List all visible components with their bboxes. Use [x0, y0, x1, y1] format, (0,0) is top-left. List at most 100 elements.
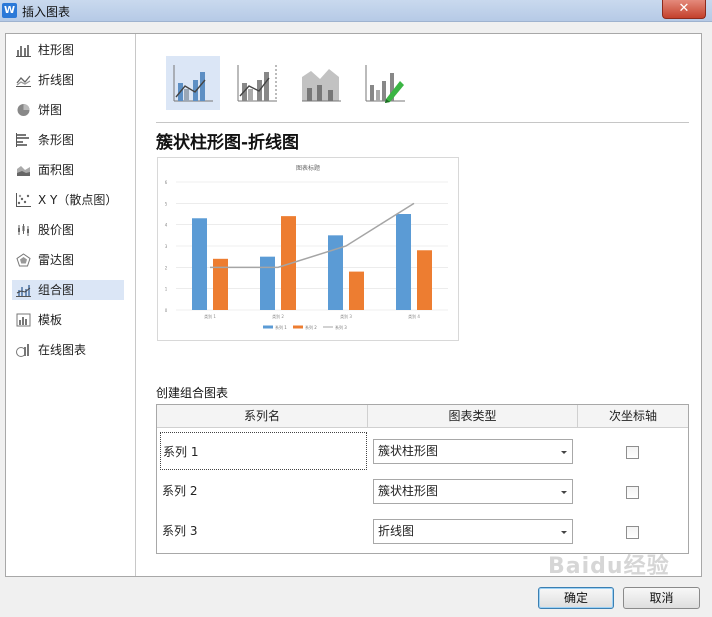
pie-chart-icon [17, 104, 30, 116]
x-tick-label: 类别 2 [272, 313, 284, 319]
sidebar-item-label: 组合图 [38, 283, 75, 297]
bar-2-4 [417, 250, 432, 310]
bar-1-3 [328, 235, 343, 310]
y-tick-label: 6 [165, 180, 168, 185]
window-title: 插入图表 [22, 5, 71, 19]
line-chart-icon [16, 75, 31, 87]
combo-chart-title: 簇状柱形图-折线图 [156, 133, 300, 153]
chart-type-sidebar: 柱形图 折线图 饼图 条形图 面积图 X Y（散点图） 股价图 雷达图 组合图 … [6, 34, 136, 576]
sidebar-item-bar[interactable]: 条形图 [12, 130, 124, 150]
chart-dialog: 柱形图 折线图 饼图 条形图 面积图 X Y（散点图） 股价图 雷达图 组合图 … [5, 33, 702, 577]
sidebar-item-stock[interactable]: 股价图 [12, 220, 124, 240]
legend-label: 系列 3 [335, 324, 347, 330]
bar-chart-icon [16, 45, 31, 57]
sidebar-item-label: 面积图 [38, 163, 75, 177]
sidebar-item-label: 模板 [38, 313, 63, 327]
bar-2-1 [213, 258, 228, 310]
sidebar-item-label: 饼图 [38, 103, 63, 117]
sidebar-item-online-chart[interactable]: 在线图表 [12, 340, 124, 360]
horizontal-bar-chart-icon [16, 133, 29, 147]
column-header-secondary-axis: 次坐标轴 [578, 405, 688, 428]
sidebar-item-column[interactable]: 柱形图 [12, 40, 124, 60]
y-tick-label: 3 [165, 244, 168, 249]
sidebar-item-radar[interactable]: 雷达图 [12, 250, 124, 270]
stock-chart-icon [18, 224, 29, 236]
y-tick-label: 1 [165, 287, 168, 292]
clustered-column-line-icon [173, 65, 213, 102]
area-chart-icon [17, 166, 30, 176]
series-3-line [210, 202, 415, 269]
sidebar-item-label: 在线图表 [38, 343, 87, 357]
column-line-secondary-axis-icon [237, 65, 277, 102]
dropdown-arrow-icon [561, 531, 567, 534]
x-tick-label: 类别 4 [408, 313, 420, 319]
x-tick-label: 类别 1 [204, 313, 216, 319]
template-icon [16, 313, 31, 327]
legend-label: 系列 1 [275, 324, 287, 330]
select-value: 折线图 [378, 524, 415, 538]
series-name-3[interactable]: 系列 3 [160, 512, 367, 550]
chart-type-select-1[interactable]: 簇状柱形图 [373, 439, 573, 464]
sidebar-item-label: 股价图 [38, 223, 75, 237]
variant-clustered-column-line[interactable] [166, 56, 220, 110]
cancel-button[interactable]: 取消 [623, 587, 700, 609]
ok-button[interactable]: 确定 [538, 587, 614, 609]
variant-custom-combo[interactable] [358, 56, 412, 110]
combo-chart-icon [16, 285, 31, 297]
sidebar-item-pie[interactable]: 饼图 [12, 100, 124, 120]
dropdown-arrow-icon [561, 451, 567, 454]
sidebar-item-scatter[interactable]: X Y（散点图） [12, 190, 124, 210]
series-name-1[interactable]: 系列 1 [160, 432, 367, 470]
online-chart-icon [16, 344, 29, 357]
bar-2-3 [349, 271, 364, 310]
secondary-axis-checkbox-3[interactable] [626, 526, 639, 539]
create-combo-label: 创建组合图表 [156, 386, 229, 400]
y-tick-label: 5 [165, 201, 168, 206]
scatter-chart-icon [16, 193, 31, 207]
bar-1-1 [192, 218, 207, 310]
title-bar: W 插入图表 ✕ [0, 0, 712, 22]
series-name-2[interactable]: 系列 2 [160, 472, 367, 510]
variant-stacked-area-column[interactable] [294, 56, 348, 110]
select-value: 簇状柱形图 [378, 484, 439, 498]
secondary-axis-checkbox-2[interactable] [626, 486, 639, 499]
sidebar-item-label: 柱形图 [38, 43, 75, 57]
wps-app-icon: W [2, 3, 17, 18]
chart-options-panel: 簇状柱形图-折线图 图表标题 6 5 4 3 2 1 0 类别 1 类别 2 类别 3 类别 4 系… [137, 34, 701, 576]
chart-preview: 图表标题 6 5 4 3 2 1 0 类别 1 类别 2 类别 3 类别 4 系列 1 系列 2 系列 … [157, 157, 459, 341]
sidebar-item-combo[interactable]: 组合图 [12, 280, 124, 300]
bar-1-2 [260, 256, 275, 310]
stacked-area-column-icon [302, 69, 341, 102]
series-table: 系列名 图表类型 次坐标轴 系列 1 簇状柱形图 系列 2 簇状柱形图 系列 3… [156, 404, 689, 554]
chart-type-select-3[interactable]: 折线图 [373, 519, 573, 544]
legend-label: 系列 2 [305, 324, 317, 330]
close-button[interactable]: ✕ [662, 0, 706, 19]
baidu-watermark: Baidu经验 [548, 554, 670, 579]
preview-chart-svg: 图表标题 6 5 4 3 2 1 0 类别 1 类别 2 类别 3 类别 4 系列 1 系列 2 系列 … [165, 164, 448, 330]
chart-type-select-2[interactable]: 簇状柱形图 [373, 479, 573, 504]
select-value: 簇状柱形图 [378, 444, 439, 458]
y-tick-label: 0 [165, 308, 168, 313]
dropdown-arrow-icon [561, 491, 567, 494]
sidebar-item-label: X Y（散点图） [38, 193, 118, 207]
column-header-chart-type: 图表类型 [368, 405, 578, 428]
y-tick-label: 2 [165, 265, 168, 270]
secondary-axis-checkbox-1[interactable] [626, 446, 639, 459]
sidebar-item-template[interactable]: 模板 [12, 310, 124, 330]
radar-chart-icon [16, 253, 31, 267]
sidebar-item-area[interactable]: 面积图 [12, 160, 124, 180]
variant-column-line-secondary-axis[interactable] [230, 56, 284, 110]
custom-combo-pencil-icon [365, 65, 405, 103]
column-header-series-name: 系列名 [157, 405, 368, 428]
y-tick-label: 4 [165, 223, 168, 228]
sidebar-item-line[interactable]: 折线图 [12, 70, 124, 90]
legend-swatch [263, 325, 273, 329]
x-tick-label: 类别 3 [340, 313, 352, 319]
separator [156, 122, 689, 123]
sidebar-item-label: 雷达图 [38, 253, 75, 267]
legend-swatch [293, 325, 303, 329]
sidebar-item-label: 条形图 [38, 133, 75, 147]
bar-1-4 [396, 214, 411, 310]
sidebar-item-label: 折线图 [38, 73, 75, 87]
preview-chart-title: 图表标题 [296, 164, 320, 172]
